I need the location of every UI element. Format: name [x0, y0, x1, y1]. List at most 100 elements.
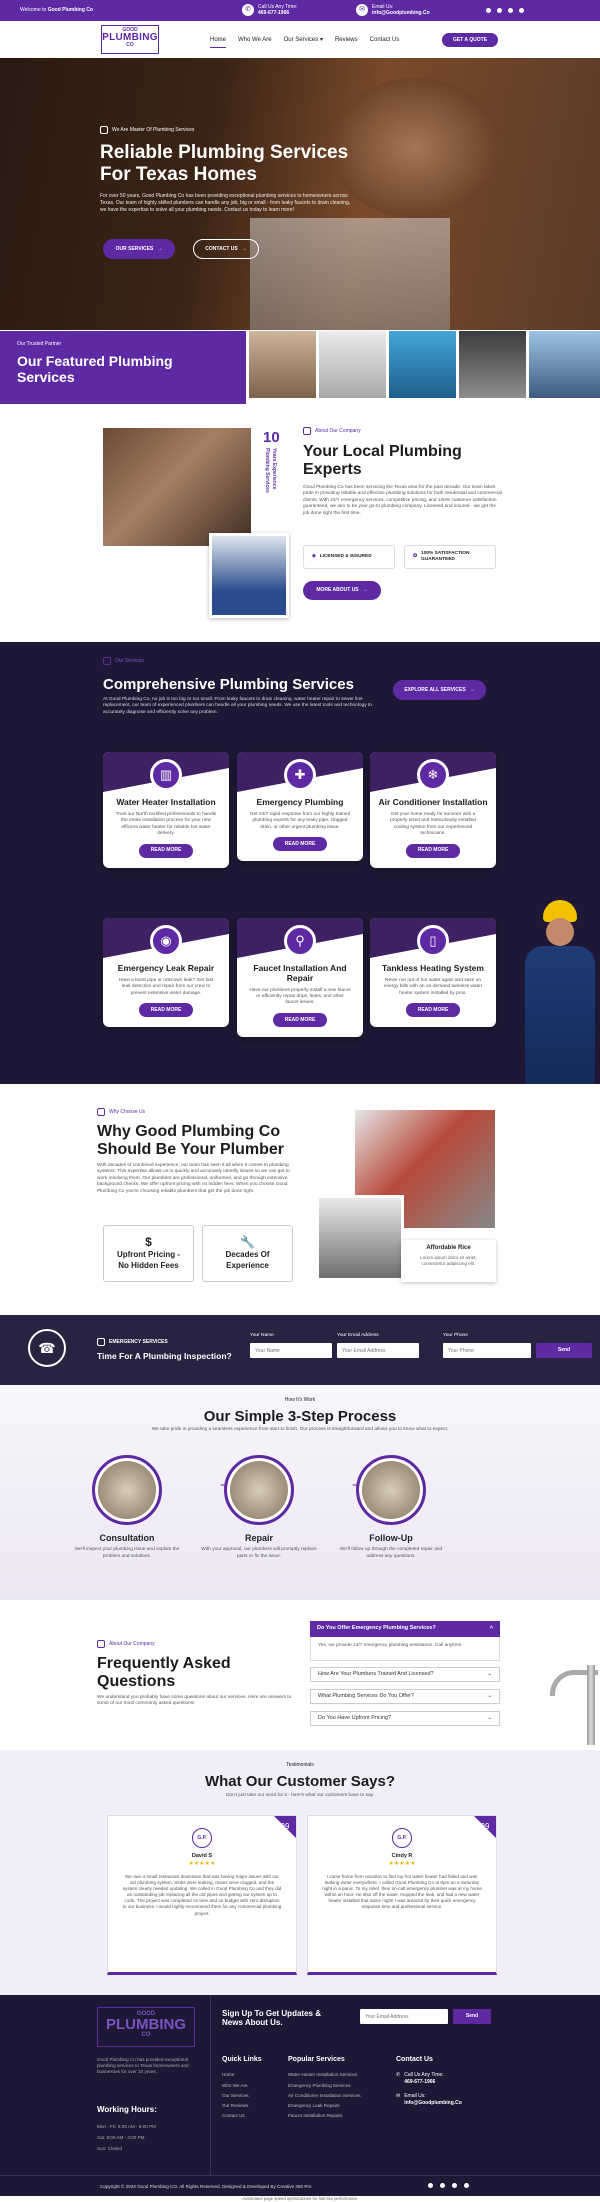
read-more-button[interactable]: READ MORE [139, 843, 193, 858]
faq-question-3[interactable]: What Plumbing Services Do You Offer? ⌄ [310, 1689, 500, 1704]
facebook-icon[interactable] [486, 8, 491, 13]
services-title: Comprehensive Plumbing Services [103, 676, 354, 693]
service-card-text: Never run out of hot water again and sav… [383, 977, 483, 996]
send-button[interactable]: Send [536, 1343, 592, 1358]
why-text: With decades of combined experience, our… [97, 1163, 290, 1194]
step-photo [356, 1455, 426, 1525]
testimonial-card: 99 G.P. David S ★★★★★ We own a small restaur… [107, 1815, 297, 1975]
nav-contact-us[interactable]: Contact Us [370, 36, 400, 48]
testimonials-title: What Our Customer Says? [204, 1773, 396, 1790]
name-field[interactable] [250, 1343, 332, 1358]
wrench-icon: 🔧 [240, 1235, 255, 1249]
process-step: Follow-Up We'll follow up through the com… [331, 1455, 451, 1560]
service-card-text: Get your home ready for summer with a pr… [390, 811, 476, 837]
top-email[interactable]: Email Us: info@Goodplumbing.Co [372, 4, 430, 16]
years-number: 10 [263, 429, 280, 446]
faq-question-4[interactable]: Do You Have Upfront Pricing? ⌄ [310, 1711, 500, 1726]
footer-link-reviews[interactable]: Our Reviews [222, 2103, 262, 2109]
welcome-text: Welcome to Good Plumbing Co [20, 7, 93, 13]
service-card-title: Water Heater Installation [116, 797, 216, 807]
partners-title-2: Services [17, 369, 75, 386]
faq-tag: About Our Company [97, 1640, 155, 1648]
footer-link-contact[interactable]: Contact Us [222, 2113, 262, 2119]
emergency-title: Time For A Plumbing Inspection? [97, 1351, 232, 1361]
faq-question-2[interactable]: How Are Your Plumbers Trained And Licens… [310, 1667, 500, 1682]
shield-icon: ◈ [312, 553, 316, 559]
footer-service-link[interactable]: Air Conditioner Installation Services [288, 2093, 361, 2099]
footer-service-link[interactable]: Faucet Installation Repairs [288, 2113, 361, 2119]
top-bar: Welcome to Good Plumbing Co ✆ Call Us An… [0, 0, 600, 21]
nav-our-services[interactable]: Our Services ▾ [284, 36, 323, 48]
process-tag: How It's Work [284, 1397, 316, 1403]
leak-icon: ◉ [150, 925, 182, 957]
avatar: G.P. [392, 1828, 412, 1848]
read-more-button[interactable]: READ MORE [273, 837, 327, 852]
badge-icon: ✪ [413, 553, 418, 559]
gallery-photo-5[interactable] [529, 331, 600, 398]
faucet-image [545, 1665, 600, 1745]
explore-all-services-button[interactable]: EXPLORE ALL SERVICES → [393, 680, 486, 700]
service-card: ▥ Water Heater Installation Trust our Nort… [103, 752, 229, 868]
logo[interactable]: GOOD PLUMBING CO [101, 25, 159, 54]
facebook-icon[interactable] [428, 2183, 433, 2188]
footer-service-link[interactable]: Water Heater Installation Services [288, 2072, 361, 2078]
footer-call[interactable]: ✆ Call Us Any Time: 469-677-1966 [396, 2072, 462, 2086]
newsletter-send-button[interactable]: Send [453, 2009, 491, 2024]
water-tank-icon: ▯ [417, 925, 449, 957]
footer-link-who-we-are[interactable]: Who We Are [222, 2083, 262, 2089]
gallery-photo-4[interactable] [459, 331, 526, 398]
footer-service-link[interactable]: Emergency Leak Repairs [288, 2103, 361, 2109]
twitter-icon[interactable] [440, 2183, 445, 2188]
air-conditioner-icon: ❄ [417, 759, 449, 791]
instagram-icon[interactable] [519, 8, 524, 13]
our-services-button[interactable]: OUR SERVICES → [103, 239, 175, 259]
service-card: ❄ Air Conditioner Installation Get your ho… [370, 752, 496, 868]
footer-service-link[interactable]: Emergency Plumbing Services [288, 2083, 361, 2089]
arrow-right-icon: → [362, 587, 368, 594]
read-more-button[interactable]: READ MORE [406, 1003, 460, 1018]
hero-title-1: Reliable Plumbing Services [100, 142, 349, 163]
quick-links-title: Quick Links [222, 2056, 262, 2063]
hero-worker-photo [330, 78, 500, 218]
youtube-icon[interactable] [508, 8, 513, 13]
instagram-icon[interactable] [464, 2183, 469, 2188]
youtube-icon[interactable] [452, 2183, 457, 2188]
footer-logo[interactable]: GOOD PLUMBING CO [97, 2007, 195, 2047]
about-title-1: Your Local Plumbing [303, 443, 462, 460]
gallery-photo-3[interactable] [389, 331, 456, 398]
service-card-title: Emergency Plumbing [256, 797, 344, 807]
read-more-button[interactable]: READ MORE [406, 843, 460, 858]
hero-water-heater-photo [250, 218, 450, 330]
chevron-down-icon: ⌄ [487, 1714, 492, 1721]
email-field[interactable] [337, 1343, 419, 1358]
newsletter-title-1: Sign Up To Get Updates & [222, 2009, 321, 2018]
gallery-photo-1[interactable] [249, 331, 316, 398]
service-card-title: Faucet Installation And Repair [253, 963, 347, 983]
why-title-2: Should Be Your Plumber [97, 1141, 284, 1159]
read-more-button[interactable]: READ MORE [139, 1003, 193, 1018]
nav-home[interactable]: Home [210, 36, 227, 49]
footer-link-services[interactable]: Our Services [222, 2093, 262, 2099]
twitter-icon[interactable] [497, 8, 502, 13]
service-card: ◉ Emergency Leak Repair Have a burst pipe … [103, 918, 229, 1028]
read-more-button[interactable]: READ MORE [273, 1012, 327, 1027]
gallery-photo-2[interactable] [319, 331, 386, 398]
service-card: ▯ Tankless Heating System Never run out of… [370, 918, 496, 1028]
why-title-1: Why Good Plumbing Co [97, 1123, 281, 1140]
get-a-quote-button[interactable]: GET A QUOTE [442, 33, 498, 47]
featured-partner-panel: Our Trusted Partner Our Featured Plumbin… [0, 331, 246, 404]
faq-text: We understand you probably have some que… [97, 1695, 292, 1707]
nav-who-we-are[interactable]: Who We Are [238, 36, 272, 48]
partners-tag: Our Trusted Partner [17, 341, 62, 347]
contact-us-button[interactable]: CONTACT US → [193, 239, 259, 259]
faq-open-question[interactable]: Do You Offer Emergency Plumbing Services… [310, 1621, 500, 1637]
newsletter-email-field[interactable] [360, 2009, 448, 2024]
phone-field[interactable] [443, 1343, 531, 1358]
more-about-us-button[interactable]: MORE ABOUT US → [303, 581, 381, 600]
top-call[interactable]: Call Us Any Time: 469-677-1966 [258, 4, 297, 16]
service-card: ⚲ Faucet Installation And Repair Have our … [237, 918, 363, 1037]
water-heater-icon: ▥ [150, 759, 182, 791]
nav-reviews[interactable]: Reviews [335, 36, 358, 48]
footer-email[interactable]: ✉ Email Us: info@Goodplumbing.Co [396, 2093, 462, 2107]
footer-link-home[interactable]: Home [222, 2072, 262, 2078]
